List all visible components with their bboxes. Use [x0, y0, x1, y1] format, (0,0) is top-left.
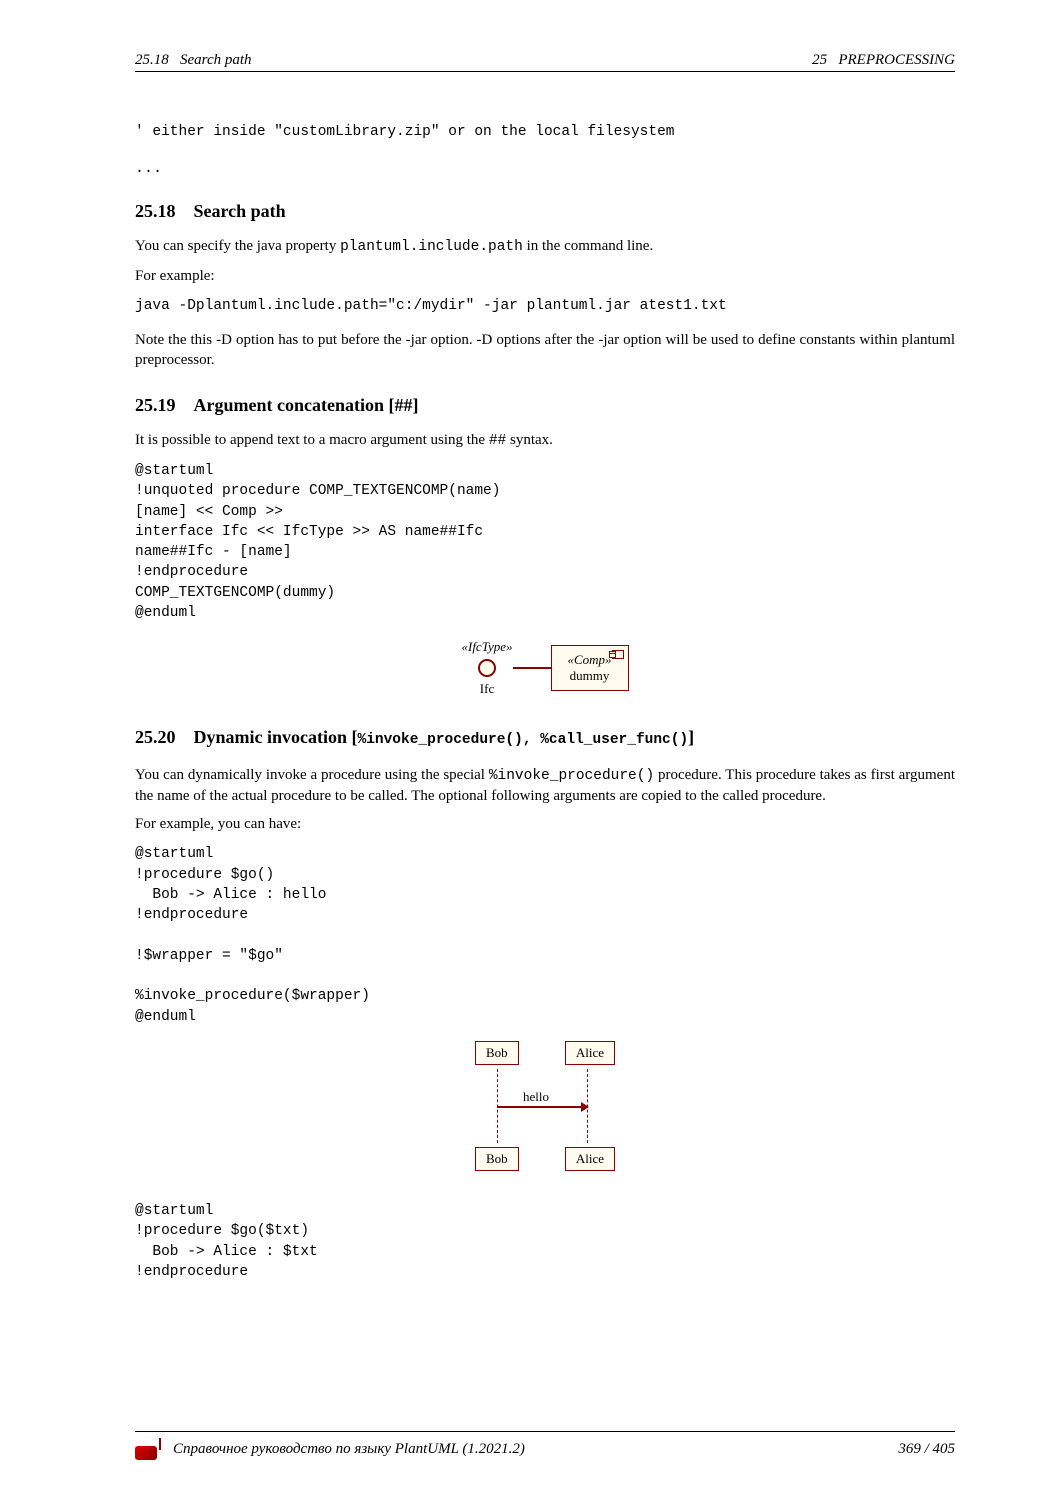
- section-num: 25.20: [135, 727, 176, 747]
- paragraph: For example:: [135, 266, 955, 286]
- footer-text: Справочное руководство по языку PlantUML…: [173, 1441, 525, 1458]
- code-block: @startuml !procedure $go() Bob -> Alice …: [135, 844, 955, 1027]
- plantuml-logo-icon: [135, 1438, 163, 1460]
- comp-stereotype: «Comp»: [566, 652, 614, 668]
- code-block: java -Dplantuml.include.path="c:/mydir" …: [135, 296, 955, 316]
- section-text: Search path: [194, 201, 286, 221]
- section-text: Argument concatenation [##]: [194, 395, 419, 415]
- code-block: @startuml !procedure $go($txt) Bob -> Al…: [135, 1201, 955, 1282]
- message-arrow-icon: [497, 1106, 588, 1108]
- participant-bob: Bob: [475, 1147, 519, 1171]
- participant-alice: Alice: [565, 1147, 615, 1171]
- ellipsis: ...: [135, 160, 955, 177]
- ifc-stereotype: «IfcType»: [461, 639, 512, 655]
- ifc-name: Ifc: [480, 681, 494, 697]
- connector-line: [513, 667, 551, 669]
- interface-circle-icon: [478, 659, 496, 677]
- header-section-num: 25.18: [135, 52, 169, 68]
- header-chapter-title: PREPROCESSING: [838, 52, 955, 68]
- header-chapter-num: 25: [812, 52, 827, 68]
- component-icon: [612, 650, 624, 659]
- page-footer: Справочное руководство по языку PlantUML…: [135, 1431, 955, 1460]
- section-25-19-title: 25.19 Argument concatenation [##]: [135, 395, 955, 416]
- section-num: 25.18: [135, 201, 176, 221]
- paragraph: Note the this -D option has to put befor…: [135, 330, 955, 371]
- paragraph: For example, you can have:: [135, 814, 955, 834]
- section-num: 25.19: [135, 395, 176, 415]
- participant-bob: Bob: [475, 1041, 519, 1065]
- participant-alice: Alice: [565, 1041, 615, 1065]
- section-25-18-title: 25.18 Search path: [135, 201, 955, 222]
- intro-code: ' either inside "customLibrary.zip" or o…: [135, 122, 955, 142]
- component-box: «Comp» dummy: [551, 645, 629, 691]
- page-header: 25.18 Search path 25 PREPROCESSING: [135, 52, 955, 72]
- page-number: 369 / 405: [898, 1441, 955, 1458]
- component-diagram: «IfcType» Ifc «Comp» dummy: [135, 639, 955, 697]
- message-label: hello: [523, 1089, 549, 1105]
- paragraph: You can dynamically invoke a procedure u…: [135, 765, 955, 807]
- code-block: @startuml !unquoted procedure COMP_TEXTG…: [135, 461, 955, 623]
- section-25-20-title: 25.20Dynamic invocation [%invoke_procedu…: [135, 727, 955, 750]
- paragraph: You can specify the java property plantu…: [135, 236, 955, 257]
- header-section-title: Search path: [180, 52, 252, 68]
- sequence-diagram: Bob Alice hello Bob Alice: [135, 1041, 955, 1171]
- paragraph: It is possible to append text to a macro…: [135, 430, 955, 451]
- comp-name: dummy: [566, 668, 614, 684]
